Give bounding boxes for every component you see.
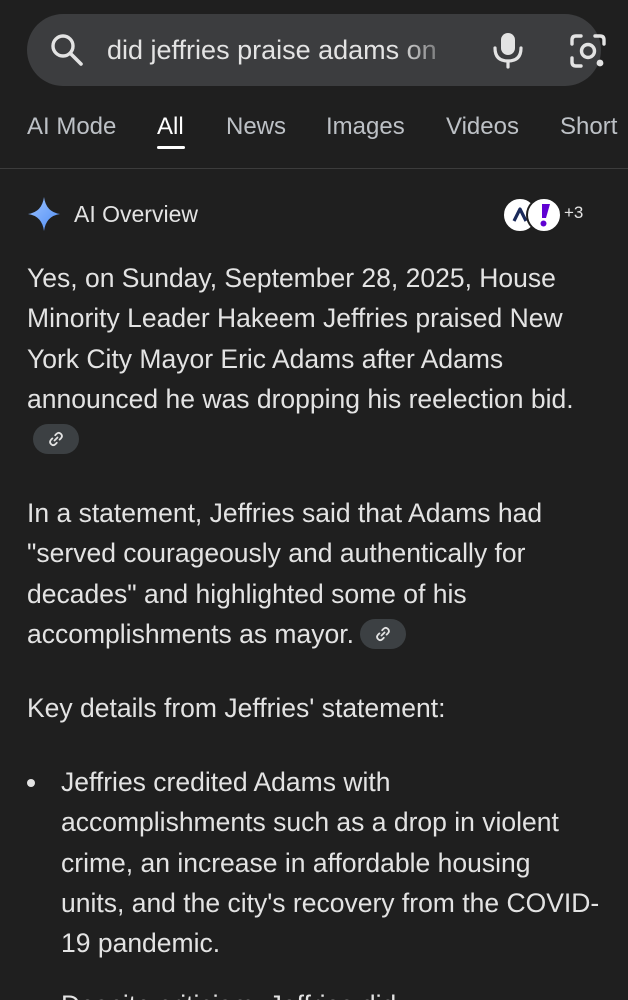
link-icon [376,626,390,641]
link-icon [49,432,63,447]
paragraph-text: In a statement, Jeffries said that Adams… [27,498,543,649]
source-avatars[interactable]: +3 [501,196,601,233]
tab-images[interactable]: Images [326,112,405,142]
key-details-list: Jeffries credited Adams with accomplishm… [27,762,601,963]
sparkle-icon [28,197,60,231]
citation-link-chip[interactable] [33,424,79,455]
search-tabs: AI Mode All News Images Videos Short [0,100,628,169]
list-item: Jeffries credited Adams with accomplishm… [27,762,601,963]
source-avatar-yahoo-icon[interactable] [526,197,562,233]
search-results-page: did jeffries praise adams on AI Mode All… [0,0,628,1000]
tab-ai-mode[interactable]: AI Mode [27,112,116,142]
bullet-icon [27,779,35,787]
search-icon[interactable] [49,32,85,68]
search-bar[interactable]: did jeffries praise adams on [27,14,606,86]
citation-link-chip[interactable] [359,618,406,649]
active-tab-indicator [157,146,185,149]
ai-overview-title: AI Overview [74,201,198,227]
tab-short[interactable]: Short [560,112,617,142]
search-input[interactable]: did jeffries praise adams on [107,33,462,67]
tab-news[interactable]: News [226,112,286,142]
paragraph-text: Yes, on Sunday, September 28, 2025, Hous… [27,263,574,414]
tab-videos[interactable]: Videos [446,112,519,142]
lens-icon[interactable] [568,32,608,70]
overview-paragraph-2: In a statement, Jeffries said that Adams… [27,493,597,654]
list-item-text: Jeffries credited Adams with accomplishm… [61,767,600,959]
more-sources-count[interactable]: +3 [564,202,583,224]
key-details-heading: Key details from Jeffries' statement: [27,693,446,723]
truncated-list-item: Despite criticism, Jeffries did [61,985,396,1000]
ai-overview-header: AI Overview +3 [27,196,601,236]
tab-all[interactable]: All [157,112,184,142]
overview-paragraph-1: Yes, on Sunday, September 28, 2025, Hous… [27,258,597,459]
mic-icon[interactable] [491,31,525,69]
